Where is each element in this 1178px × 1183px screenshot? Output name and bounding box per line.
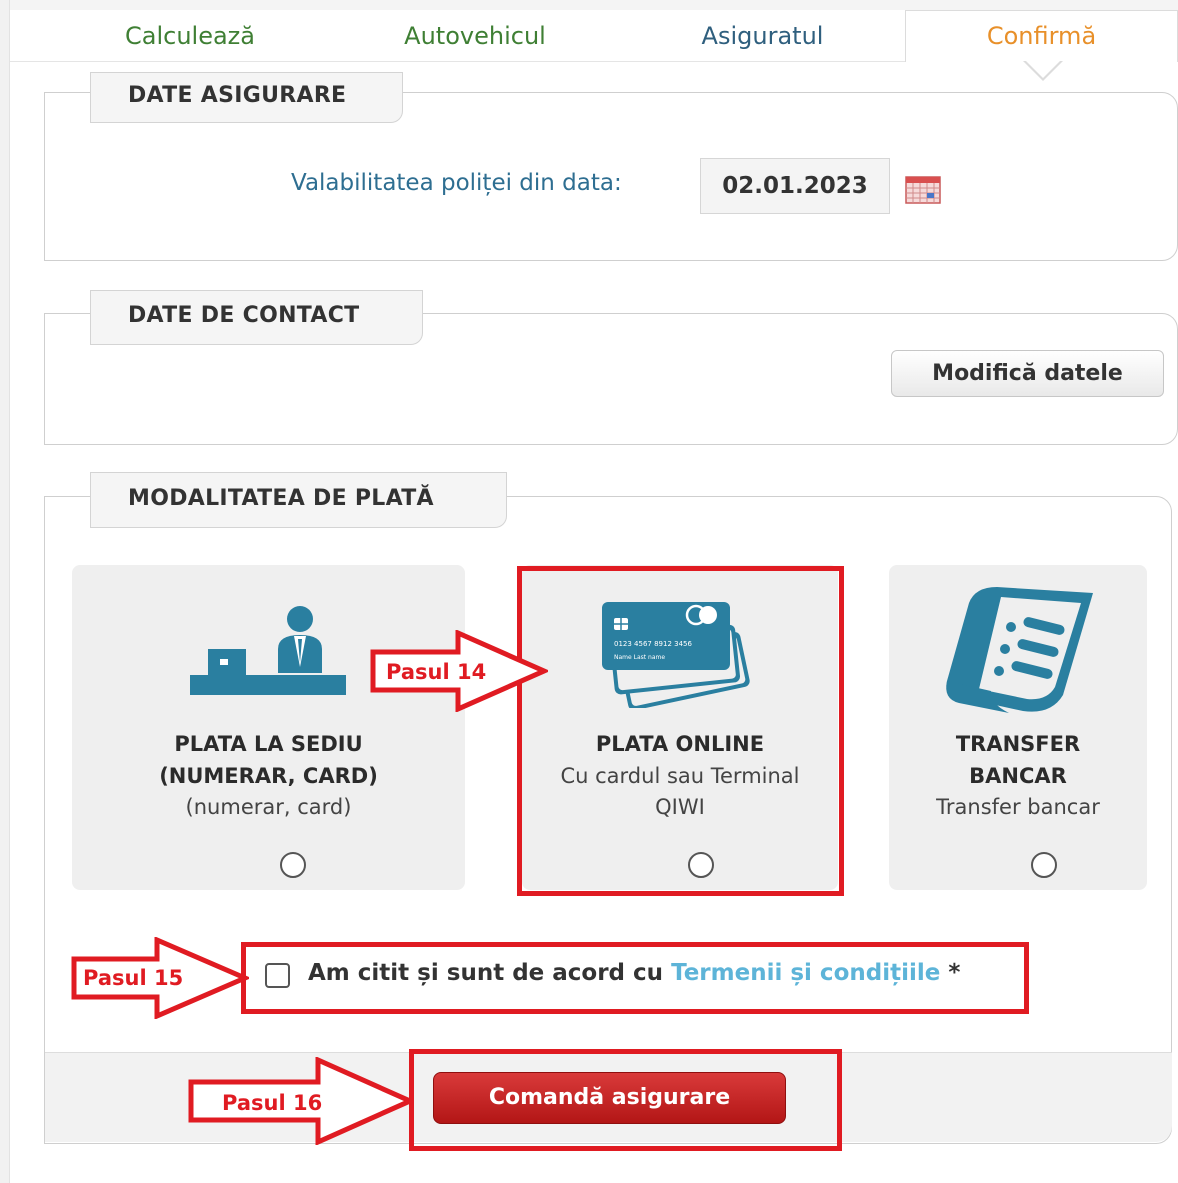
transfer-radio[interactable] — [1031, 852, 1057, 878]
contact-legend: DATE DE CONTACT — [90, 290, 423, 345]
office-title-line2: (NUMERAR, CARD) — [159, 764, 378, 788]
page-top-strip — [10, 0, 1178, 10]
receipt-icon — [946, 587, 1093, 713]
tab-calculeaza[interactable]: Calculează — [90, 18, 290, 58]
step14-arrow-icon: Pasul 14 — [370, 630, 548, 712]
terms-required-mark: * — [940, 960, 961, 986]
office-subtitle: (numerar, card) — [185, 795, 352, 819]
transfer-subtitle: Transfer bancar — [936, 795, 1100, 819]
terms-link[interactable]: Termenii și condițiile — [671, 960, 940, 986]
step15-label: Pasul 15 — [83, 966, 183, 990]
step15-arrow-icon: Pasul 15 — [71, 937, 249, 1019]
tab-confirma[interactable]: Confirmă — [905, 10, 1178, 62]
modify-data-button[interactable]: Modifică datele — [891, 350, 1164, 397]
step14-label: Pasul 14 — [386, 660, 486, 684]
terms-label: Am citit și sunt de acord cu Termenii și… — [308, 960, 960, 986]
insurance-legend: DATE ASIGURARE — [90, 72, 403, 123]
tab-pointer — [1025, 60, 1061, 78]
tab-asiguratul[interactable]: Asiguratul — [660, 18, 865, 58]
payment-option-office[interactable]: PLATA LA SEDIU (NUMERAR, CARD) (numerar,… — [72, 565, 465, 890]
payment-option-transfer[interactable]: TRANSFER BANCAR Transfer bancar — [889, 565, 1147, 890]
highlight-online-payment — [517, 566, 844, 896]
tab-autovehicul[interactable]: Autovehicul — [370, 18, 580, 58]
office-radio[interactable] — [280, 852, 306, 878]
order-insurance-button[interactable]: Comandă asigurare — [433, 1072, 786, 1124]
page-left-edge — [0, 0, 10, 1183]
transfer-title-line1: TRANSFER — [955, 732, 1081, 756]
step16-label: Pasul 16 — [222, 1091, 322, 1115]
transfer-title-line2: BANCAR — [969, 764, 1067, 788]
validity-date-field[interactable]: 02.01.2023 — [700, 158, 890, 214]
terms-checkbox[interactable] — [265, 963, 290, 988]
calendar-icon[interactable] — [905, 174, 941, 204]
terms-text: Am citit și sunt de acord cu — [308, 960, 672, 986]
office-desk-icon — [190, 606, 346, 695]
step16-arrow-icon: Pasul 16 — [188, 1057, 414, 1145]
payment-legend: MODALITATEA DE PLATĂ — [90, 472, 507, 528]
office-title-line1: PLATA LA SEDIU — [174, 732, 363, 756]
validity-label: Valabilitatea poliței din data: — [291, 170, 622, 196]
